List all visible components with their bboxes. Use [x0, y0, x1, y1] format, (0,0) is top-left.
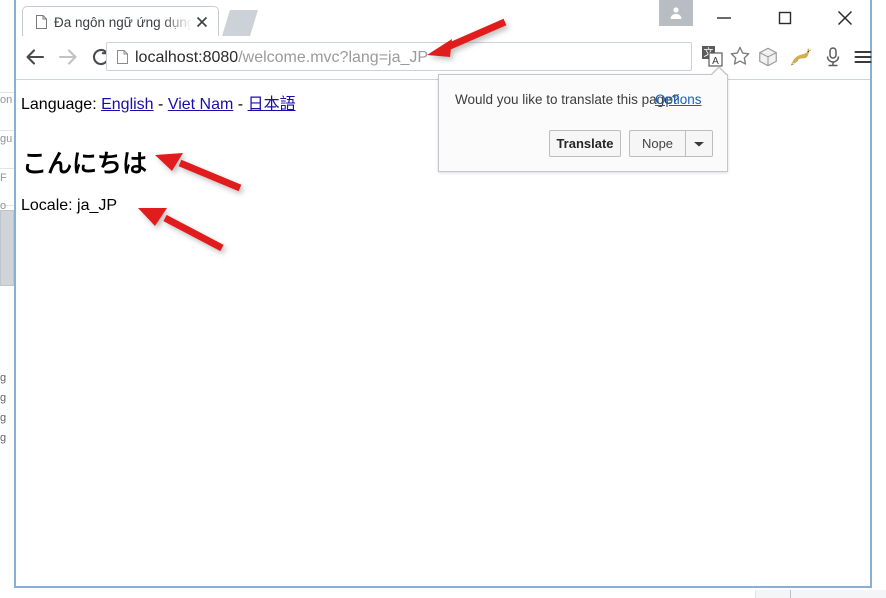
page-locale: Locale: ja_JP [21, 197, 118, 214]
url-path: /welcome.mvc?lang=ja_JP [238, 49, 429, 66]
close-icon [837, 10, 853, 26]
language-link-vietnam[interactable]: Viet Nam [168, 96, 234, 113]
microphone-icon [826, 46, 839, 66]
back-button[interactable] [18, 40, 51, 73]
background-text-fragment: gu [0, 133, 13, 145]
page-icon [117, 50, 128, 64]
translate-confirm-button[interactable]: Translate [549, 130, 621, 157]
translate-popup: Would you like to translate this page? O… [438, 74, 728, 172]
translate-button[interactable]: 文 A [698, 42, 725, 69]
background-divider [0, 130, 14, 131]
page-greeting: こんにちは [22, 148, 148, 178]
minimize-icon [717, 17, 731, 19]
back-arrow-icon [25, 48, 44, 65]
browser-titlebar: Đa ngôn ngữ ứng dụng Sp [16, 0, 870, 37]
svg-text:A: A [712, 56, 719, 67]
address-bar[interactable]: localhost:8080/welcome.mvc?lang=ja_JP [106, 42, 692, 71]
address-bar-url: localhost:8080/welcome.mvc?lang=ja_JP [135, 46, 428, 69]
translate-popup-question: Would you like to translate this page? [455, 92, 680, 107]
chevron-down-icon [694, 141, 704, 146]
close-icon[interactable] [194, 14, 210, 30]
chrome-menu-button[interactable] [847, 40, 878, 73]
background-text-fragment: g [0, 432, 7, 444]
browser-tab[interactable]: Đa ngôn ngữ ứng dụng Sp [22, 6, 219, 37]
page-icon [36, 15, 47, 29]
person-icon [670, 7, 682, 19]
language-separator: - [237, 96, 244, 113]
background-text-fragment: on [0, 94, 13, 106]
new-tab-button[interactable] [222, 10, 258, 36]
background-scrollbar-thumb[interactable] [0, 210, 14, 286]
tomcat-extension-button[interactable] [785, 40, 816, 73]
window-close-button[interactable] [822, 0, 868, 36]
chrome-browser-window: Đa ngôn ngữ ứng dụng Sp [14, 0, 872, 588]
language-link-japanese[interactable]: 日本語 [248, 96, 296, 113]
background-divider [0, 92, 14, 93]
translate-icon: 文 A [701, 45, 723, 67]
hamburger-menu-icon [853, 50, 872, 63]
background-text-fragment: g [0, 372, 7, 384]
forward-button[interactable] [51, 40, 84, 73]
translate-decline-button[interactable]: Nope [629, 130, 685, 157]
maximize-icon [778, 11, 792, 25]
minimize-button[interactable] [701, 0, 747, 36]
background-taskbar-item[interactable] [755, 590, 886, 598]
browser-tab-title: Đa ngôn ngữ ứng dụng Sp [54, 15, 195, 30]
tomcat-cat-icon [790, 47, 811, 65]
profile-avatar-button[interactable] [659, 0, 693, 26]
bookmark-star-icon [730, 46, 750, 65]
translate-decline-dropdown-button[interactable] [685, 130, 713, 157]
background-text-fragment: g [0, 392, 7, 404]
bookmark-button[interactable] [726, 42, 754, 69]
background-taskbar-divider [790, 590, 791, 598]
bubble-pointer-fill [711, 68, 727, 76]
translate-options-link[interactable]: Options [655, 92, 702, 107]
language-separator: - [158, 96, 164, 113]
background-text-fragment: g [0, 412, 7, 424]
cube-extension-icon [758, 47, 777, 66]
language-switcher: Language: English - Viet Nam - 日本語 [21, 90, 296, 114]
background-divider [0, 168, 14, 169]
url-host: localhost:8080 [135, 49, 239, 66]
language-link-english[interactable]: English [101, 96, 153, 113]
microphone-button[interactable] [817, 40, 848, 73]
forward-arrow-icon [58, 48, 77, 65]
background-left-window: on gu F o ti 語 g g g g [0, 0, 14, 598]
cube-extension-button[interactable] [752, 40, 783, 73]
background-text-fragment: F [0, 172, 7, 184]
language-label: Language: [21, 96, 97, 113]
background-taskbar [0, 590, 886, 598]
maximize-button[interactable] [762, 0, 808, 36]
